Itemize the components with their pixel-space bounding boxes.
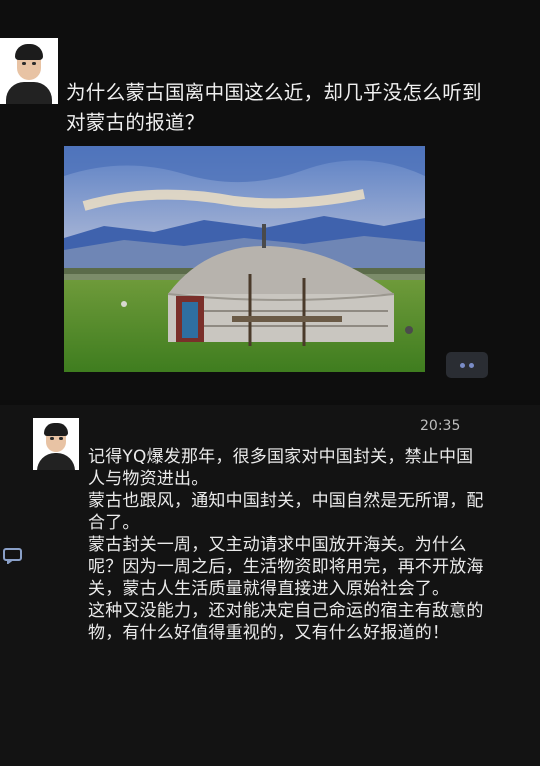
answer-paragraph: 蒙古也跟风，通知中国封关，中国自然是无所谓，配合了。	[88, 491, 484, 533]
more-button[interactable]	[446, 352, 488, 378]
avatar[interactable]	[33, 418, 79, 470]
question-text: 为什么蒙古国离中国这么近，却几乎没怎么听到对蒙古的报道？	[66, 81, 482, 134]
timestamp: 20:35	[420, 418, 461, 434]
more-dots-icon	[460, 363, 465, 368]
answer-text: 记得YQ爆发那年，很多国家对中国封关，禁止中国人与物资进出。 蒙古也跟风，通知中…	[88, 446, 488, 644]
answer-paragraph: 蒙古封关一周，又主动请求中国放开海关。为什么呢？因为一周之后，生活物资即将用完，…	[88, 535, 484, 599]
answer-paragraph: 记得YQ爆发那年，很多国家对中国封关，禁止中国人与物资进出。	[88, 447, 474, 489]
answer-paragraph: 这种又没能力，还对能决定自己命运的宿主有敌意的物，有什么好值得重视的，又有什么好…	[88, 601, 484, 643]
avatar[interactable]	[0, 38, 58, 104]
comment-icon[interactable]	[3, 548, 23, 565]
yurt-landscape-image[interactable]	[64, 146, 425, 372]
